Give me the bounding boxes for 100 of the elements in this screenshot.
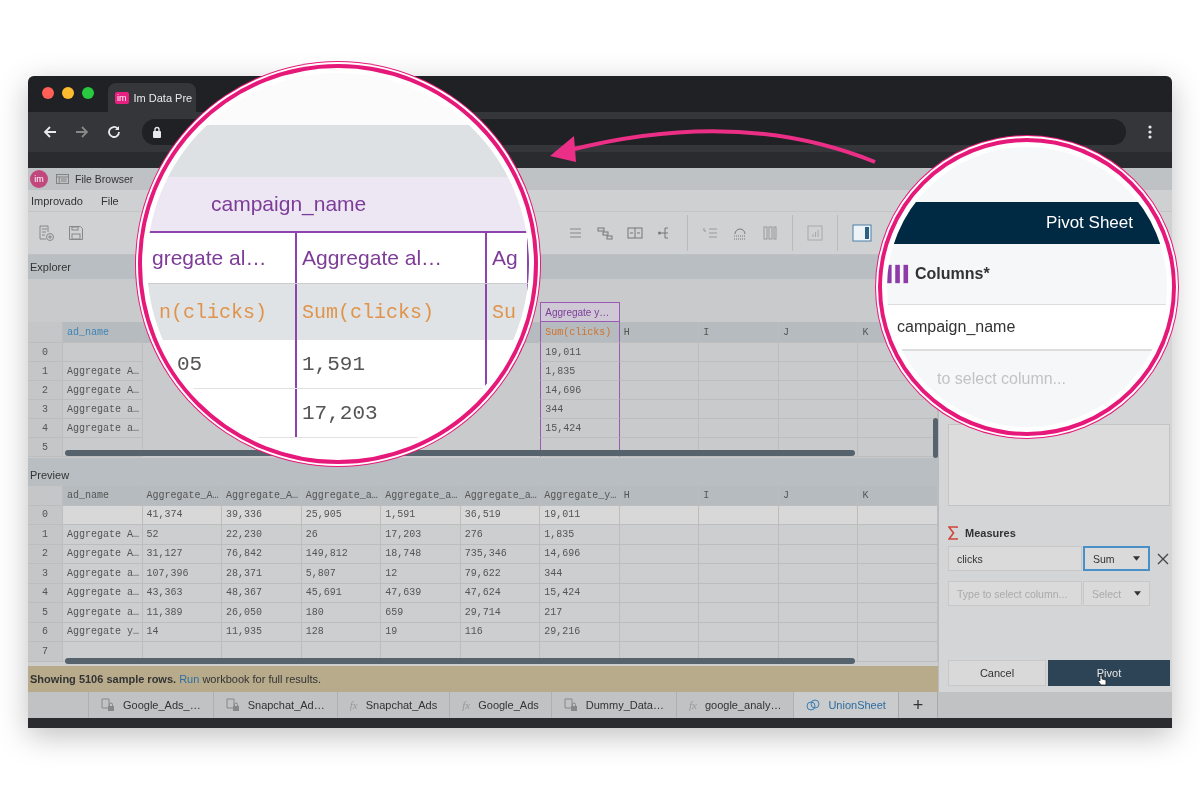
column-header[interactable]: J: [782, 326, 789, 338]
close-dot[interactable]: [42, 87, 54, 99]
table-cell: 12: [381, 564, 461, 584]
table-cell: Aggregate A…: [63, 525, 143, 545]
remove-icon[interactable]: [1157, 552, 1169, 565]
back-icon[interactable]: [42, 124, 58, 140]
table-cell: 11,935: [222, 622, 302, 642]
table-cell: 52: [142, 525, 223, 545]
aggregate-select[interactable]: Sum: [1083, 546, 1150, 571]
menu-item[interactable]: File: [101, 194, 119, 207]
column-header[interactable]: Aggregate_A…: [142, 486, 223, 506]
file-browser-tab[interactable]: File Browser: [75, 173, 134, 185]
table-cell: 149,812: [301, 544, 382, 564]
column-group-header: campaign_name: [211, 192, 367, 216]
table-cell: 26: [301, 525, 382, 545]
column-header[interactable]: H: [619, 486, 700, 506]
row-number: 2: [28, 381, 63, 400]
table-cell: 43,363: [142, 583, 223, 603]
column-header[interactable]: Aggregate_y…: [540, 486, 620, 506]
status-message: Showing 5106 sample rows. Run workbook for full results.: [28, 666, 938, 692]
table-cell: 116: [460, 622, 541, 642]
table-cell: 15,424: [540, 583, 620, 603]
save-icon[interactable]: [68, 225, 84, 241]
column-header[interactable]: J: [778, 486, 859, 506]
column-header[interactable]: Aggregate_a…: [460, 486, 541, 506]
locked-sheet-icon: [563, 698, 578, 712]
menu-icon[interactable]: [1148, 124, 1152, 140]
table-cell: 79,622: [460, 564, 541, 584]
column-header[interactable]: Aggregate_A…: [222, 486, 302, 506]
column-group-header[interactable]: Aggregate y…: [540, 302, 620, 322]
row-number: 4: [28, 419, 63, 438]
add-sheet-button[interactable]: +: [897, 692, 938, 718]
column-header[interactable]: ad_name: [63, 486, 143, 506]
row-number: 3: [28, 564, 63, 584]
scrollbar[interactable]: [65, 658, 855, 664]
row-number: 0: [28, 343, 63, 362]
table-cell: 48,367: [222, 583, 302, 603]
table-cell: 276: [460, 525, 541, 545]
table-cell: 180: [301, 603, 382, 623]
table-cell: Aggregate a…: [63, 564, 143, 584]
table-cell: Aggregate a…: [63, 400, 143, 419]
table-cell: 31,127: [142, 544, 223, 564]
table-cell: 659: [381, 603, 461, 623]
table-cell: 19,011: [540, 505, 620, 525]
sheet-tab[interactable]: UnionSheet: [793, 692, 898, 718]
forward-icon[interactable]: [74, 124, 90, 140]
browser-tab[interactable]: im Im Data Pre: [108, 83, 196, 112]
measures-label: Measures: [965, 527, 1016, 539]
measure-header: Su: [487, 284, 529, 340]
columns-icon: [887, 264, 909, 284]
table-cell: 29,714: [460, 603, 541, 623]
columns-drop-area[interactable]: [948, 424, 1170, 506]
panel-toggle-icon[interactable]: [852, 224, 872, 242]
table-cell: 39,336: [222, 505, 302, 525]
hierarchy-icon[interactable]: [597, 225, 613, 241]
cancel-button[interactable]: Cancel: [948, 660, 1046, 686]
table-cell: 17,203: [297, 389, 487, 437]
measure-header: n(clicks): [147, 284, 297, 340]
pivot-button[interactable]: Pivot: [1048, 660, 1170, 686]
table-cell: 29,216: [540, 622, 620, 642]
column-header[interactable]: Aggregate_a…: [381, 486, 461, 506]
column-header[interactable]: H: [623, 326, 630, 338]
table-cell: 22,230: [222, 525, 302, 545]
measure-column-field[interactable]: clicks: [948, 546, 1082, 571]
app-logo[interactable]: im: [30, 170, 48, 188]
table-cell: 28,371: [222, 564, 302, 584]
table-cell: 5,807: [301, 564, 382, 584]
column-header[interactable]: I: [699, 486, 779, 506]
column-header[interactable]: K: [862, 326, 869, 338]
swap-icon[interactable]: [627, 225, 643, 241]
table-cell: 1,591: [297, 340, 487, 388]
menu-item[interactable]: Improvado: [31, 194, 83, 207]
union-icon: [806, 698, 821, 712]
column-chip[interactable]: campaign_name: [887, 305, 1167, 351]
reload-icon[interactable]: [106, 124, 122, 140]
table-cell: 47,639: [381, 583, 461, 603]
table-cell: 14,696: [540, 381, 620, 400]
table-cell: 19: [381, 622, 461, 642]
run-link[interactable]: Run: [179, 673, 200, 685]
table-cell: 1,591: [381, 505, 461, 525]
table-cell: 128: [301, 622, 382, 642]
minimize-dot[interactable]: [62, 87, 74, 99]
table-cell: Aggregate A…: [63, 362, 143, 381]
table-cell: 344: [540, 564, 620, 584]
column-header[interactable]: I: [703, 326, 710, 338]
row-number: 5: [28, 438, 63, 457]
table-cell: 76,842: [222, 544, 302, 564]
table-cell: Aggregate a…: [63, 603, 143, 623]
column-header[interactable]: ad_name: [63, 322, 143, 343]
add-file-icon[interactable]: [38, 225, 54, 241]
table-cell: 17,203: [381, 525, 461, 545]
scrollbar[interactable]: [933, 418, 938, 458]
table-cell: Aggregate A…: [63, 381, 143, 400]
measure-header: Sum(clicks): [297, 284, 487, 340]
caret-icon: [1134, 591, 1141, 596]
table-cell: 25,905: [301, 505, 382, 525]
arc-icon[interactable]: [732, 225, 748, 241]
column-header[interactable]: Aggregate_a…: [301, 486, 382, 506]
table-cell: Aggregate a…: [63, 419, 143, 438]
maximize-dot[interactable]: [82, 87, 94, 99]
